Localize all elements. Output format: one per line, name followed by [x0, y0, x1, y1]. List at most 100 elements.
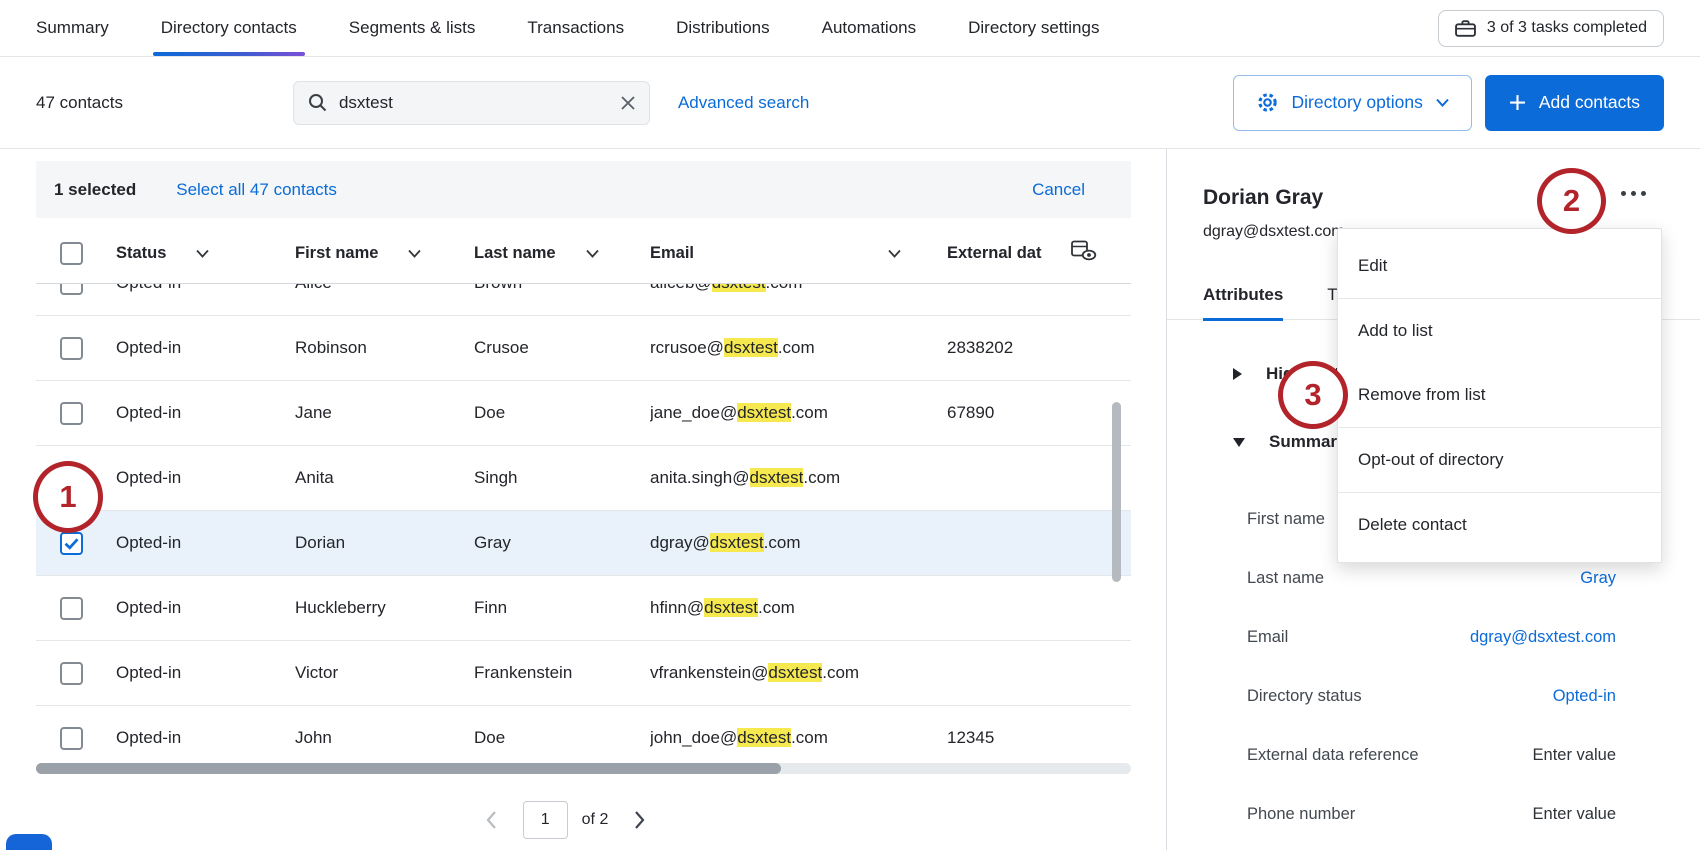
cell-status: Opted-in [116, 728, 295, 748]
field-value-phone-number[interactable]: Enter value [1533, 805, 1616, 824]
table-row[interactable]: Opted-inJohnDoejohn_doe@dsxtest.com12345 [36, 706, 1131, 761]
field-value-directory-status[interactable]: Opted-in [1553, 687, 1616, 706]
nav-tabs: Summary Directory contacts Segments & list… [36, 0, 1151, 56]
search-highlight: dsxtest [768, 663, 822, 682]
search-input[interactable] [339, 93, 609, 113]
menu-group: Add to listRemove from list [1338, 298, 1661, 427]
column-header-external-data[interactable]: External dat [947, 244, 1131, 263]
horizontal-scrollbar-thumb[interactable] [36, 763, 781, 774]
field-label-first-name: First name [1247, 510, 1325, 529]
menu-item-remove-from-list[interactable]: Remove from list [1338, 363, 1661, 427]
prev-page-icon[interactable] [486, 811, 497, 829]
row-checkbox[interactable] [60, 337, 83, 360]
field-value-last-name[interactable]: Gray [1580, 569, 1616, 588]
field-label-email: Email [1247, 628, 1288, 647]
table-header: Status First name Last name Email [36, 223, 1131, 284]
nav-tab-transactions[interactable]: Transactions [527, 0, 624, 56]
add-contacts-label: Add contacts [1539, 92, 1640, 113]
cell-status: Opted-in [116, 403, 295, 423]
checkbox-cell [36, 402, 116, 425]
menu-group: Opt-out of directory [1338, 427, 1661, 492]
checkbox-cell [36, 597, 116, 620]
cell-email: aliceb@dsxtest.com [650, 284, 947, 293]
directory-options-button[interactable]: Directory options [1233, 75, 1472, 131]
tasks-completed-button[interactable]: 3 of 3 tasks completed [1438, 10, 1664, 47]
table-row[interactable]: Opted-inJaneDoejane_doe@dsxtest.com67890 [36, 381, 1131, 446]
menu-item-opt-out-of-directory[interactable]: Opt-out of directory [1338, 428, 1661, 492]
pagination: 1 of 2 [0, 801, 1131, 839]
field-value-external-data-reference[interactable]: Enter value [1533, 746, 1616, 765]
add-contacts-button[interactable]: Add contacts [1485, 75, 1664, 131]
cell-first-name: Huckleberry [295, 598, 474, 618]
page-total: of 2 [582, 811, 609, 829]
cell-first-name: Robinson [295, 338, 474, 358]
table-row[interactable]: Opted-inDorianGraydgray@dsxtest.com [36, 511, 1131, 576]
checkbox-cell [36, 337, 116, 360]
menu-item-edit[interactable]: Edit [1338, 234, 1661, 298]
tasks-icon [1455, 19, 1476, 38]
menu-item-add-to-list[interactable]: Add to list [1338, 299, 1661, 363]
field-row: External data referenceEnter value [1247, 726, 1616, 785]
row-checkbox[interactable] [60, 532, 83, 555]
more-options-button[interactable] [1617, 187, 1650, 200]
select-all-link[interactable]: Select all 47 contacts [176, 180, 337, 200]
section-summary-label: Summary [1269, 432, 1346, 452]
toolbar-actions: Directory options Add contacts [1233, 75, 1664, 131]
row-checkbox[interactable] [60, 402, 83, 425]
cancel-link[interactable]: Cancel [1032, 180, 1085, 200]
search-box[interactable] [293, 81, 650, 125]
gear-icon [1256, 91, 1279, 114]
header-checkbox-cell [36, 242, 116, 265]
help-button[interactable] [6, 834, 52, 850]
clear-search-icon[interactable] [621, 96, 635, 110]
column-header-last-name[interactable]: Last name [474, 244, 650, 263]
select-all-checkbox[interactable] [60, 242, 83, 265]
column-visibility-icon[interactable] [1070, 239, 1097, 268]
column-header-status[interactable]: Status [116, 244, 295, 263]
cell-last-name: Frankenstein [474, 663, 650, 683]
advanced-search-link[interactable]: Advanced search [678, 93, 809, 113]
tasks-completed-label: 3 of 3 tasks completed [1487, 19, 1647, 37]
row-checkbox[interactable] [60, 662, 83, 685]
annotation-callout-2: 2 [1537, 168, 1606, 234]
column-header-email[interactable]: Email [650, 244, 947, 263]
horizontal-scrollbar[interactable] [36, 763, 1131, 774]
nav-tab-summary[interactable]: Summary [36, 0, 109, 56]
row-checkbox[interactable] [60, 727, 83, 750]
plus-icon [1509, 94, 1526, 111]
row-checkbox[interactable] [60, 284, 83, 295]
current-page[interactable]: 1 [523, 801, 568, 839]
sort-chevron-icon[interactable] [408, 249, 421, 258]
checkbox-cell [36, 284, 116, 295]
nav-tab-directory-contacts[interactable]: Directory contacts [161, 0, 297, 56]
nav-tab-distributions[interactable]: Distributions [676, 0, 770, 56]
field-value-email[interactable]: dgray@dsxtest.com [1470, 628, 1616, 647]
next-page-icon[interactable] [634, 811, 645, 829]
annotation-callout-3: 3 [1278, 361, 1348, 429]
field-label-directory-status: Directory status [1247, 687, 1362, 706]
table-row[interactable]: Opted-inVictorFrankensteinvfrankenstein@… [36, 641, 1131, 706]
nav-tab-segments-lists[interactable]: Segments & lists [349, 0, 476, 56]
cell-status: Opted-in [116, 598, 295, 618]
table-row[interactable]: Opted-inRobinsonCrusoercrusoe@dsxtest.co… [36, 316, 1131, 381]
sort-chevron-icon[interactable] [586, 249, 599, 258]
panel-tab-attributes[interactable]: Attributes [1203, 285, 1283, 319]
search-highlight: dsxtest [704, 598, 758, 617]
field-label-last-name: Last name [1247, 569, 1324, 588]
table-row[interactable]: Opted-inAliceBrownaliceb@dsxtest.com [36, 284, 1131, 316]
cell-last-name: Crusoe [474, 338, 650, 358]
checkbox-cell [36, 662, 116, 685]
cell-first-name: John [295, 728, 474, 748]
row-checkbox[interactable] [60, 597, 83, 620]
menu-item-delete-contact[interactable]: Delete contact [1338, 493, 1661, 557]
column-header-first-name[interactable]: First name [295, 244, 474, 263]
sort-chevron-icon[interactable] [888, 249, 901, 258]
table-row[interactable]: Opted-inHuckleberryFinnhfinn@dsxtest.com [36, 576, 1131, 641]
vertical-scrollbar[interactable] [1112, 402, 1121, 582]
sort-chevron-icon[interactable] [196, 249, 209, 258]
cell-first-name: Anita [295, 468, 474, 488]
menu-group: Edit [1338, 234, 1661, 298]
nav-tab-directory-settings[interactable]: Directory settings [968, 0, 1099, 56]
table-row[interactable]: Opted-inAnitaSinghanita.singh@dsxtest.co… [36, 446, 1131, 511]
nav-tab-automations[interactable]: Automations [822, 0, 917, 56]
